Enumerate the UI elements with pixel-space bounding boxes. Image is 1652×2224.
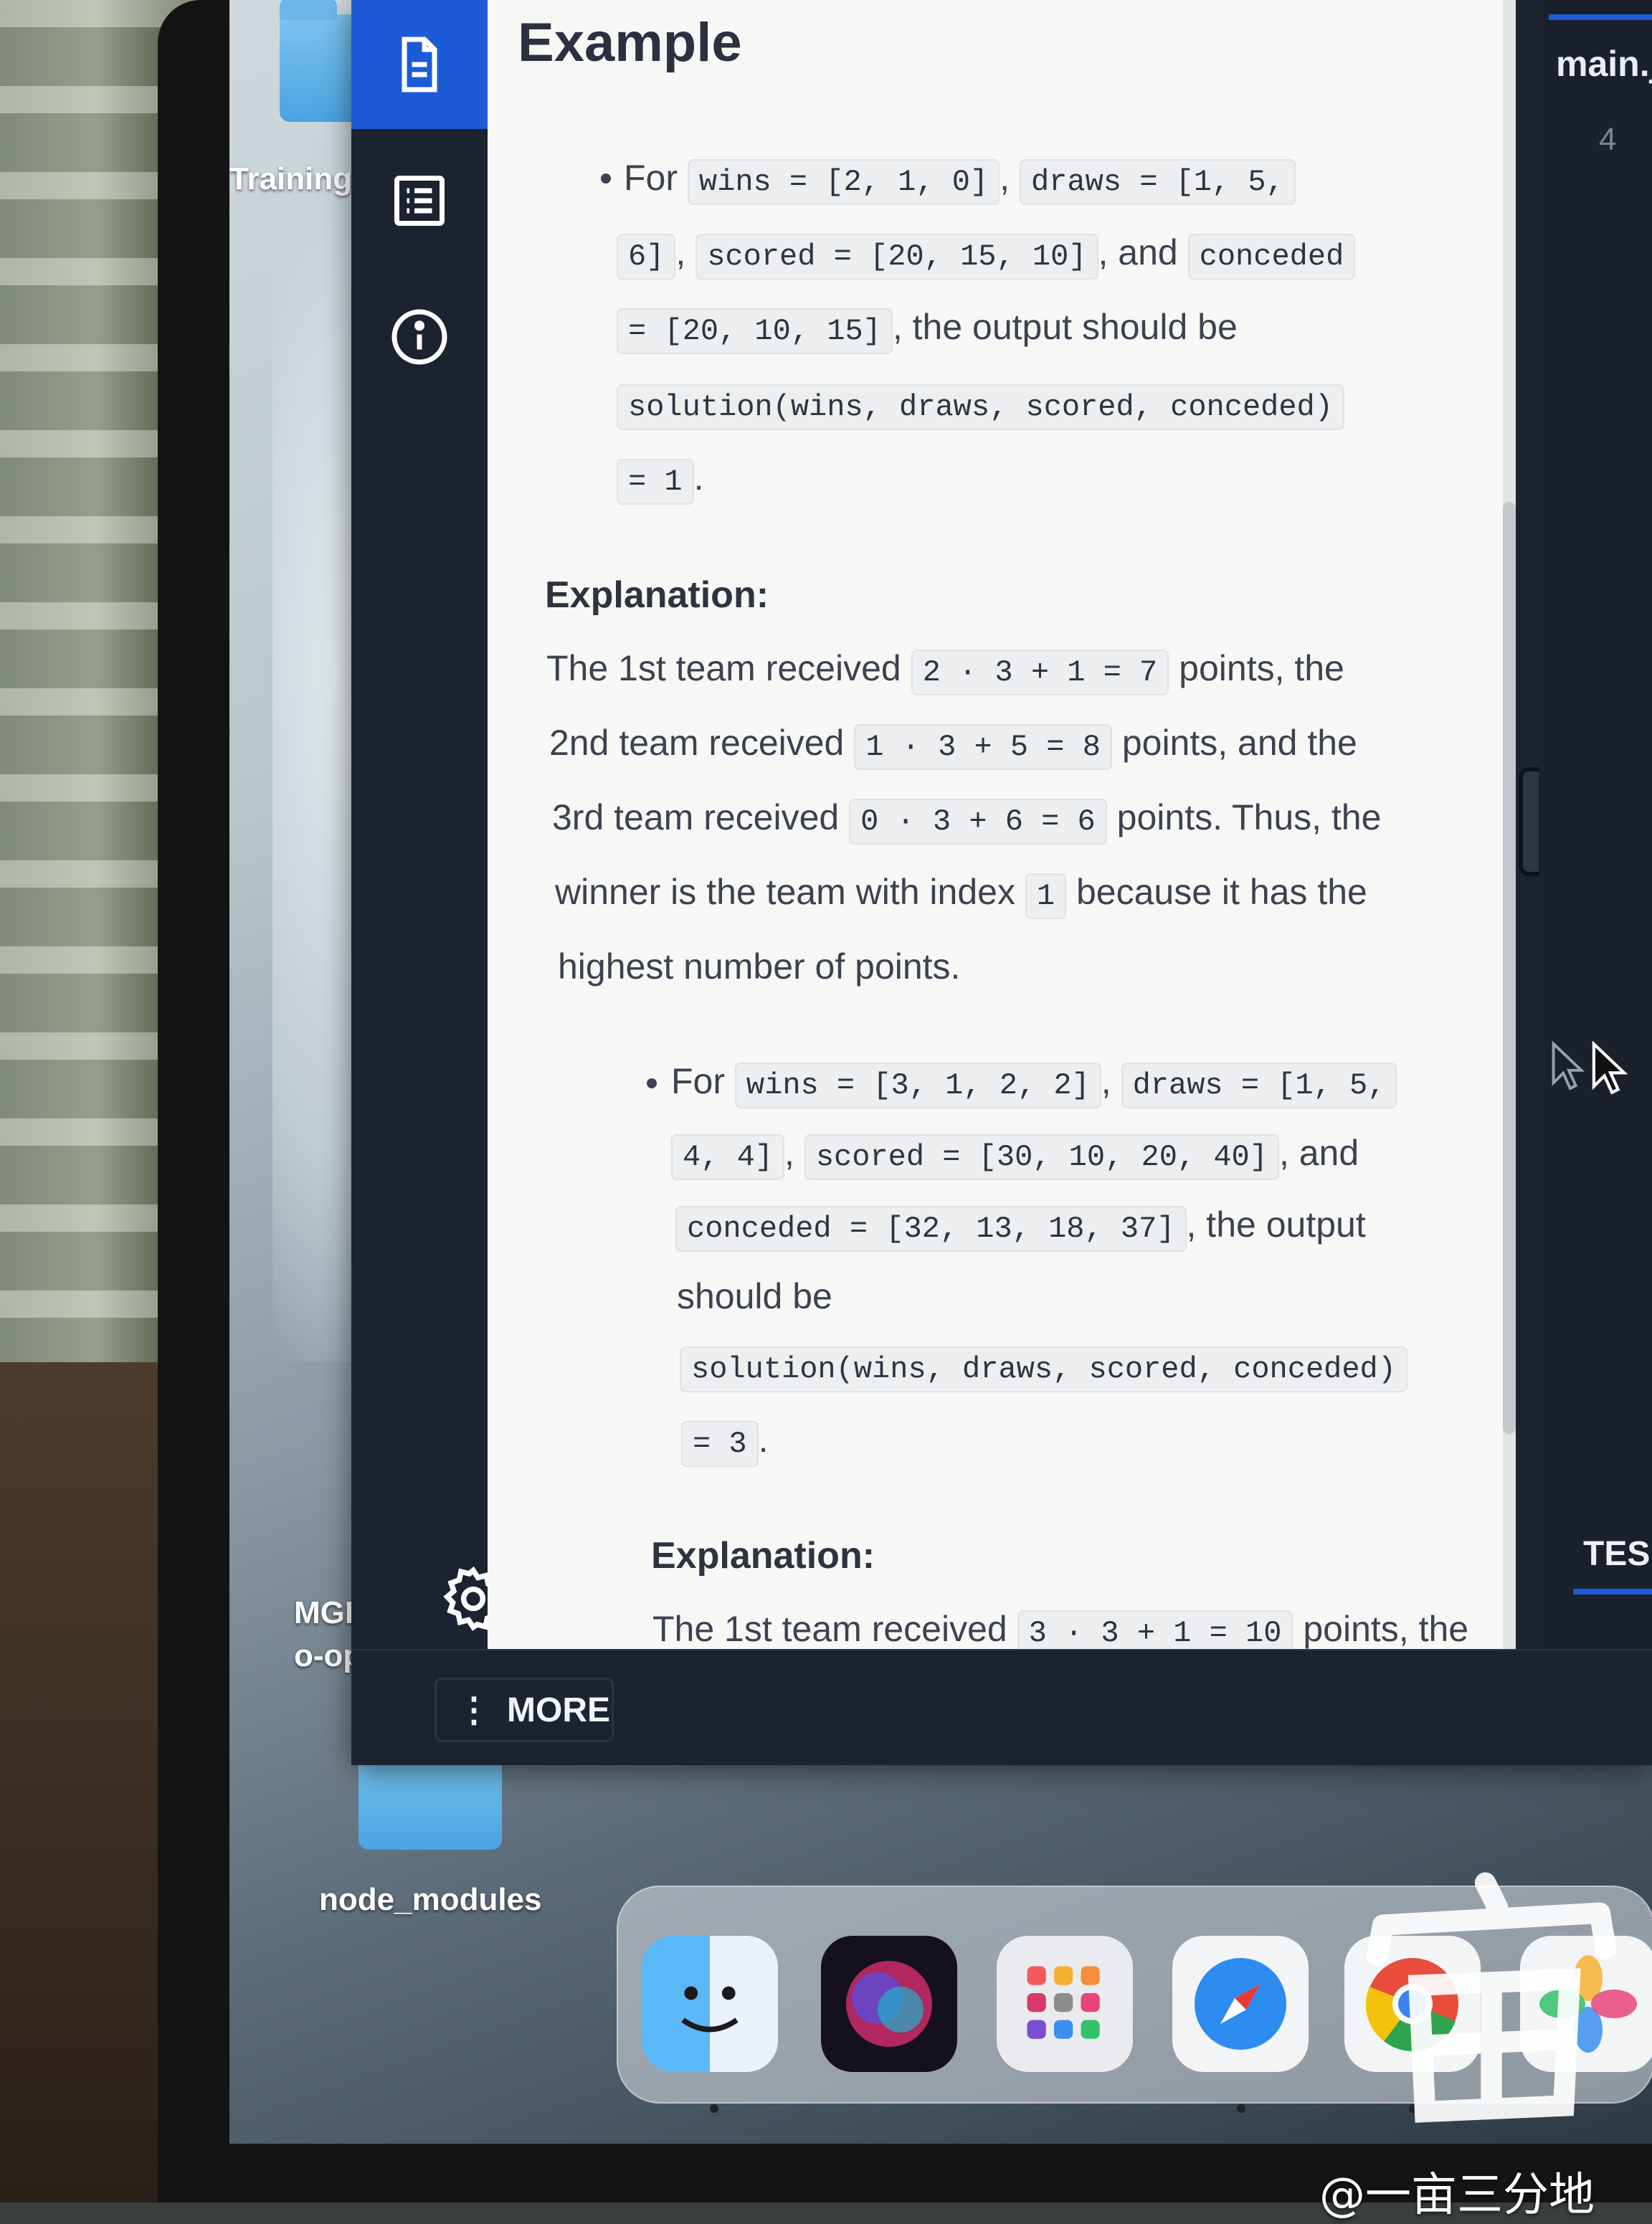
folder-label-training[interactable]: Training [229, 161, 352, 197]
tab-underline [1573, 1589, 1652, 1595]
explanation-text: because it has the [1076, 872, 1367, 912]
running-indicator [710, 2104, 718, 2113]
section-title: Example [518, 12, 742, 73]
draws-code-part2: 4, 4] [671, 1134, 785, 1180]
and-text: , and [1098, 232, 1178, 272]
example1-line3: = [20, 10, 15], the output should be [617, 290, 1238, 369]
for-text: For [624, 158, 678, 198]
explanation-text: 3rd team received [552, 797, 840, 837]
explanation-heading: Explanation: [545, 574, 769, 616]
explanation2-line1: The 1st team received 3 · 3 + 1 = 10 poi… [652, 1592, 1468, 1649]
example1-line4: solution(wins, draws, scored, conceded) [617, 366, 1344, 445]
example2-line3: conceded = [32, 13, 18, 37], the output [675, 1187, 1366, 1266]
explanation-heading: Explanation: [651, 1535, 875, 1577]
more-label: MORE [507, 1691, 610, 1729]
draws-code-part1: draws = [1, 5, [1019, 159, 1296, 205]
explanation-text: winner is the team with index [555, 872, 1015, 912]
scored-code: scored = [20, 15, 10] [696, 234, 1098, 280]
watermark-text: @一亩三分地 [1319, 2169, 1595, 2222]
tab-tests[interactable]: TES [1583, 1534, 1650, 1574]
solution-call-code: solution(wins, draws, scored, conceded) [680, 1346, 1407, 1392]
sidebar-rail [351, 0, 503, 1649]
result-code: = 3 [681, 1421, 759, 1467]
conceded-code: conceded = [32, 13, 18, 37] [675, 1206, 1187, 1252]
output-text: , the output [1186, 1204, 1366, 1245]
explanation-text: The 1st team received [546, 648, 901, 688]
math-code: 2 · 3 + 1 = 7 [911, 650, 1169, 695]
explanation1-line3: 3rd team received 0 · 3 + 6 = 6 points. … [552, 780, 1381, 859]
sidebar-item-description[interactable] [351, 0, 488, 129]
example2-line2: 4, 4], scored = [30, 10, 20, 40], and [671, 1116, 1359, 1194]
wins-code: wins = [3, 1, 2, 2] [734, 1063, 1101, 1108]
info-icon [391, 309, 447, 365]
explanation1-line2: 2nd team received 1 · 3 + 5 = 8 points, … [549, 705, 1357, 784]
running-indicator [1237, 2104, 1245, 2113]
watermark-logo [1366, 1872, 1617, 2123]
conceded-code-part2: = [20, 10, 15] [617, 308, 893, 354]
document-icon [402, 37, 437, 92]
explanation-text: points, the [1303, 1609, 1469, 1649]
math-code: 0 · 3 + 6 = 6 [849, 799, 1107, 845]
scrollbar-thumb[interactable] [1503, 502, 1516, 1434]
finder-icon[interactable] [642, 1936, 778, 2072]
mouse-cursor-icon [1552, 1041, 1585, 1090]
explanation-text: points, and the [1121, 723, 1357, 763]
line-number: 4 [1599, 122, 1617, 157]
example2-line6: = 3. [681, 1402, 769, 1481]
example2-line1: For wins = [3, 1, 2, 2], draws = [1, 5, [671, 1044, 1397, 1123]
explanation1-line4: winner is the team with index 1 because … [555, 855, 1367, 933]
scored-code: scored = [30, 10, 20, 40] [804, 1134, 1279, 1180]
explanation1-line1: The 1st team received 2 · 3 + 1 = 7 poin… [546, 631, 1344, 710]
example1-line2: 6], scored = [20, 15, 10], and conceded [617, 215, 1356, 294]
tab-main-file[interactable]: main.j [1556, 43, 1652, 85]
example2-line5: solution(wins, draws, scored, conceded) [680, 1328, 1407, 1407]
and-text: , and [1278, 1133, 1359, 1173]
for-text: For [671, 1061, 725, 1101]
code-editor-panel [1539, 0, 1652, 1649]
mouse-cursor-icon [1592, 1041, 1628, 1095]
launchpad-icon[interactable] [997, 1936, 1133, 2072]
sidebar-item-list[interactable] [351, 136, 488, 265]
math-code: 1 · 3 + 5 = 8 [854, 724, 1112, 770]
app-window: Example For wins = [2, 1, 0], draws = [1… [351, 0, 1652, 1765]
folder-label-node-modules[interactable]: node_modules [319, 1882, 542, 1918]
siri-icon[interactable] [821, 1936, 957, 2072]
list-icon [394, 176, 445, 226]
conceded-code-part1: conceded [1187, 234, 1356, 280]
explanation-text: The 1st team received [652, 1609, 1007, 1649]
explanation-text: points, the [1179, 648, 1344, 688]
result-code: = 1 [617, 459, 694, 505]
example1-line5: = 1. [617, 440, 704, 519]
draws-code-part1: draws = [1, 5, [1121, 1063, 1397, 1108]
math-code: 3 · 3 + 1 = 10 [1017, 1610, 1293, 1649]
vertical-dots-icon: ⋮ [457, 1691, 491, 1729]
draws-code-part2: 6] [617, 234, 676, 280]
period-text: . [693, 457, 704, 498]
should-be-text: should be [677, 1276, 832, 1316]
period-text: . [758, 1420, 769, 1460]
explanation1-line5: highest number of points. [558, 929, 960, 1004]
solution-call-code: solution(wins, draws, scored, conceded) [617, 384, 1344, 430]
explanation-text: highest number of points. [558, 946, 961, 987]
example2-line4: should be [677, 1259, 832, 1334]
bullet-dot [601, 174, 611, 184]
index-code: 1 [1025, 873, 1067, 919]
problem-description-panel: Example For wins = [2, 1, 0], draws = [1… [488, 0, 1506, 1649]
explanation-text: points. Thus, the [1116, 797, 1382, 837]
wins-code: wins = [2, 1, 0] [687, 159, 1000, 205]
sidebar-item-info[interactable] [351, 272, 488, 401]
safari-icon[interactable] [1172, 1936, 1309, 2072]
output-text: , the output should be [892, 307, 1238, 347]
tab-underline [1549, 14, 1652, 20]
more-button[interactable]: ⋮ MORE [435, 1678, 614, 1742]
example1-line1: For wins = [2, 1, 0], draws = [1, 5, [624, 141, 1296, 219]
bullet-dot [647, 1078, 657, 1088]
explanation-text: 2nd team received [549, 723, 845, 763]
